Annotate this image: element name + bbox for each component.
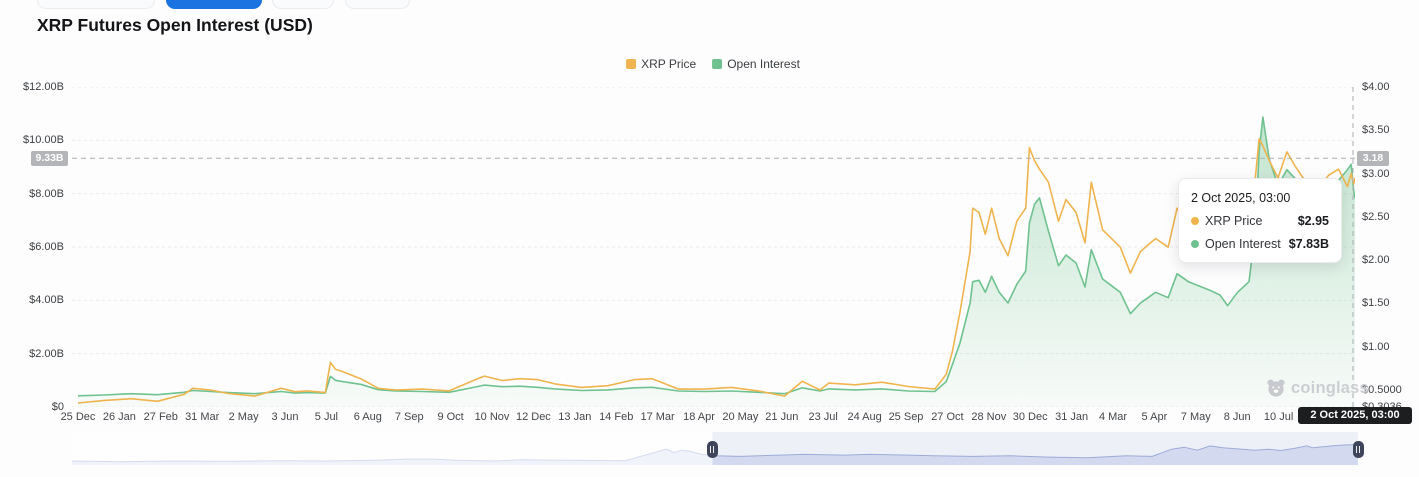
- y-axis-label: $1.00: [1362, 341, 1418, 353]
- legend-label: Open Interest: [727, 57, 800, 71]
- main-chart-plot[interactable]: [72, 87, 1355, 407]
- chart-legend: XRP Price Open Interest: [626, 57, 800, 71]
- oi-dot-icon: [1191, 240, 1199, 248]
- y-axis-label: $2.00: [1362, 254, 1418, 266]
- tooltip-series-value: $7.83B: [1289, 237, 1329, 251]
- y-axis-label: $12.00B: [0, 81, 64, 93]
- tooltip-row-price: XRP Price $2.95: [1191, 214, 1329, 228]
- tooltip-date: 2 Oct 2025, 03:00: [1191, 191, 1329, 205]
- tab-pill-3[interactable]: [272, 0, 334, 9]
- y-axis-label: $8.00B: [0, 188, 64, 200]
- tooltip-series-value: $2.95: [1298, 214, 1329, 228]
- chart-page: XRP Futures Open Interest (USD) XRP Pric…: [0, 0, 1419, 477]
- coinglass-watermark: coinglass: [1266, 378, 1369, 398]
- page-title: XRP Futures Open Interest (USD): [37, 15, 313, 36]
- legend-marker-oi-icon: [712, 59, 722, 69]
- price-dot-icon: [1191, 217, 1199, 225]
- y-axis-label: $1.50: [1362, 297, 1418, 309]
- tooltip-row-oi: Open Interest $7.83B: [1191, 237, 1329, 251]
- y-axis-label: $3.50: [1362, 124, 1418, 136]
- y-axis-label: $4.00: [1362, 81, 1418, 93]
- legend-label: XRP Price: [641, 57, 696, 71]
- y-axis-label: $3.00: [1362, 168, 1418, 180]
- y-axis-label: $2.00B: [0, 348, 64, 360]
- tab-pill-active[interactable]: [166, 0, 262, 9]
- y-axis-label: $2.50: [1362, 211, 1418, 223]
- legend-item-xrp-price[interactable]: XRP Price: [626, 57, 696, 71]
- tab-pill-4[interactable]: [345, 0, 410, 9]
- chart-tooltip: 2 Oct 2025, 03:00 XRP Price $2.95 Open I…: [1178, 178, 1342, 263]
- y-axis-label: $4.00B: [0, 294, 64, 306]
- crosshair-oi-badge: 9.33B: [31, 151, 68, 166]
- crosshair-date-badge: 2 Oct 2025, 03:00: [1298, 407, 1412, 424]
- y-axis-label: $6.00B: [0, 241, 64, 253]
- watermark-text: coinglass: [1291, 379, 1369, 398]
- tab-pill-1[interactable]: [37, 0, 155, 9]
- y-axis-label: $10.00B: [0, 134, 64, 146]
- navigator-left-handle[interactable]: [707, 441, 718, 458]
- crosshair-price-badge: 3.18: [1357, 151, 1389, 166]
- tooltip-series-name: Open Interest: [1205, 237, 1281, 251]
- coinglass-bear-icon: [1266, 378, 1286, 398]
- navigator-right-handle[interactable]: [1353, 441, 1364, 458]
- y-axis-label: $0.5000: [1362, 384, 1418, 396]
- tooltip-series-name: XRP Price: [1205, 214, 1262, 228]
- legend-marker-price-icon: [626, 59, 636, 69]
- legend-item-open-interest[interactable]: Open Interest: [712, 57, 800, 71]
